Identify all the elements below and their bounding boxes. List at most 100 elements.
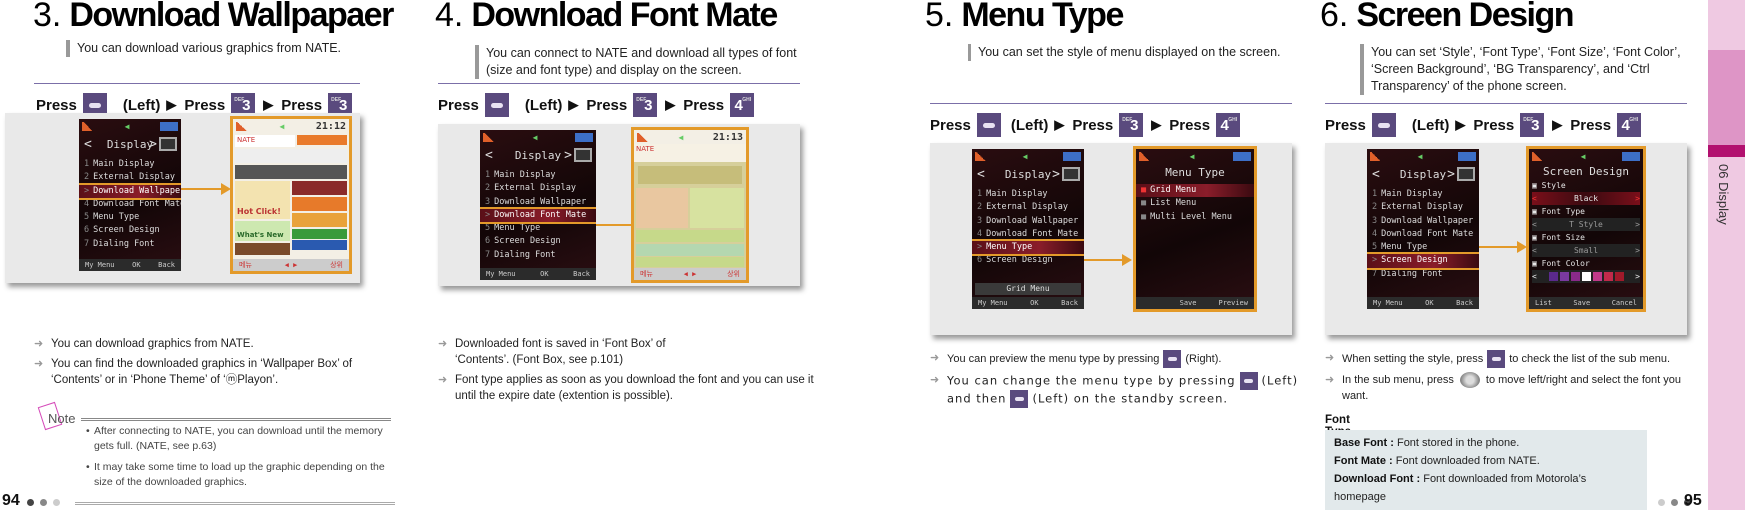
phone-menu-item: 2 External Display: [1372, 202, 1464, 213]
soft-left-key-icon: [976, 113, 1001, 137]
note-item: It may take some time to load up the gra…: [86, 460, 390, 490]
chapter-label: 06 Display: [1716, 164, 1731, 225]
footer-divider: [75, 502, 395, 505]
bullet-item: In the sub menu, pressto move left/right…: [1325, 372, 1705, 404]
phone-menu-item: 5 Menu Type: [1372, 242, 1428, 253]
phone-menu-item: 2 External Display: [84, 172, 176, 183]
divider: [930, 103, 1292, 104]
arrow-icon: [1084, 254, 1132, 266]
soft-left-key-icon: [1371, 113, 1396, 137]
phone-menu-item: 1 Main Display: [1372, 189, 1443, 199]
phone-screen-nate-font: ◀ 21:13 NATE 메뉴 ◀ ▶ 상위: [631, 127, 749, 283]
section-intro: You can connect to NATE and download all…: [475, 45, 815, 79]
note-box: Note After connecting to NATE, you can d…: [37, 401, 391, 496]
screenshot-panel: ◀ < Display > 1 Main Display 2 External Disp…: [930, 143, 1292, 335]
phone-menu-item: 3 Download Wallpaper: [1372, 215, 1474, 226]
soft-key-icon: [1487, 350, 1506, 368]
chapter-tab: [1708, 50, 1745, 145]
phone-menu-list: 1 Main Display 2 External Display 3 Downloa…: [972, 185, 1084, 268]
section-title: 4. Download Font Mate: [435, 0, 778, 34]
triangle-arrow-icon: ▶: [1552, 117, 1563, 132]
font-type-table: Base Font : Font stored in the phone. Fo…: [1325, 430, 1647, 510]
section-title: 5. Menu Type: [925, 0, 1124, 34]
phone-menu-item: 5 Menu Type: [84, 212, 140, 223]
phone-setting-label: ▣ Style: [1532, 181, 1566, 190]
font-color-swatch: [1559, 272, 1569, 281]
press-instructions: Press (Left) ▶ Press DEF 3 ▶ Press 4 GHI: [438, 93, 762, 117]
phone-menu-item-selected: > Screen Design: [1367, 252, 1479, 270]
soft-left-key-icon: [484, 93, 509, 117]
nav-key-icon: [1459, 372, 1480, 389]
key-4-icon: 4 GHI: [1216, 113, 1241, 137]
key-4-icon: 4 GHI: [1617, 113, 1642, 137]
chapter-tab-marker: [1708, 145, 1745, 157]
phone-menu-item: 7 Dialing Font: [485, 249, 556, 260]
phone-menu-item: 2 External Display: [977, 202, 1069, 213]
page-number: 94: [2, 492, 20, 509]
bullet-item: When setting the style, pressto check th…: [1325, 350, 1705, 368]
phone-setting-value: < Black >: [1532, 192, 1640, 205]
phone-setting-label: ▣ Font Type: [1532, 207, 1585, 216]
arrow-icon: [596, 219, 646, 231]
phone-screen-screen-design: ◀ Screen Design ▣ Style < Black > ▣ Font T…: [1526, 146, 1646, 312]
phone-option: ■ List Menu: [1141, 198, 1197, 209]
bullet-item: Font type applies as soon as you downloa…: [438, 372, 818, 404]
phone-setting-value: < T Style >: [1532, 218, 1640, 231]
phone-screen-display-menu: ◀ < Display > 1 Main Display 2 External Disp…: [1367, 149, 1479, 309]
phone-menu-item: 1 Main Display: [485, 170, 556, 180]
section-intro: You can set the style of menu displayed …: [968, 44, 1298, 61]
font-color-swatch: [1603, 272, 1613, 281]
font-type-row: Font Mate : Font downloaded from NATE.: [1334, 455, 1540, 467]
divider: [34, 83, 360, 84]
key-3-icon: DEF 3: [1119, 113, 1144, 137]
divider: [1325, 103, 1687, 104]
phone-screen-display-menu: ◀ < Display > 1 Main Display 2 External Disp…: [79, 119, 181, 271]
soft-left-key-icon: [1010, 390, 1029, 408]
triangle-arrow-icon: ▶: [166, 97, 177, 112]
phone-menu-list: 1 Main Display 2 External Display 3 Downloa…: [1367, 185, 1479, 281]
phone-screen-display-menu: ◀ < Display > 1 Main Display 2 External Disp…: [972, 149, 1084, 309]
phone-menu-item-selected: > Download Wallpaper: [79, 182, 181, 200]
note-item: After connecting to NATE, you can downlo…: [86, 424, 390, 454]
font-type-row: Download Font : Font downloaded from Mot…: [1334, 473, 1587, 503]
press-instructions: Press (Left) ▶ Press DEF 3 ▶ Press 4 GHI: [930, 113, 1248, 137]
phone-menu-item: 2 External Display: [485, 183, 577, 194]
section-title: 3. Download Wallpapaer: [33, 0, 394, 34]
divider: [438, 83, 800, 84]
phone-menu-item: 3 Download Wallpaper: [485, 196, 587, 207]
font-color-swatch: [1570, 272, 1580, 281]
phone-menu-item: 7 Dialing Font: [1372, 268, 1443, 279]
key-4-icon: 4 GHI: [730, 93, 755, 117]
phone-menu-list: 1 Main Display 2 External Display > Downloa…: [79, 155, 181, 251]
arrow-icon: [1479, 241, 1527, 253]
phone-menu-item: 6 Screen Design: [84, 225, 160, 236]
phone-setting-label: ▣ Font Color: [1532, 259, 1590, 268]
phone-menu-list: 1 Main Display 2 External Display 3 Downloa…: [480, 166, 596, 262]
phone-menu-item: 4 Download Font Mate: [84, 198, 181, 209]
note-divider: [81, 418, 391, 421]
bullet-item: You can change the menu type by pressing…: [930, 372, 1300, 408]
phone-menu-item: 4 Download Font Mate: [977, 228, 1079, 239]
press-instructions: Press (Left) ▶ Press DEF 3 ▶ Press 4 GHI: [1325, 113, 1649, 137]
page-dots: [27, 499, 60, 506]
font-type-row: Base Font : Font stored in the phone.: [1334, 437, 1520, 449]
phone-menu-item: 5 Menu Type: [485, 223, 541, 234]
key-3-icon: DEF 3: [633, 93, 658, 117]
screenshot-panel: ◀ < Display > 1 Main Display 2 External Disp…: [438, 124, 800, 286]
bullet-list: Downloaded font is saved in ‘Font Box’ o…: [438, 336, 818, 408]
phone-menu-item: 3 Download Wallpaper: [977, 215, 1079, 226]
phone-menu-item: 7 Dialing Font: [84, 238, 155, 249]
phone-screen-menu-type: ◀ Menu Type ■ Grid Menu ■ List Menu ■ Multi…: [1133, 146, 1257, 312]
section-title: 6. Screen Design: [1320, 0, 1575, 34]
phone-screen-display-menu: ◀ < Display > 1 Main Display 2 External Disp…: [480, 130, 596, 280]
section-intro: You can download various graphics from N…: [66, 40, 366, 57]
font-color-swatch: [1581, 272, 1591, 281]
phone-setting-label: ▣ Font Size: [1532, 233, 1585, 242]
phone-font-color-swatches: < >: [1532, 270, 1640, 283]
soft-right-key-icon: [1163, 350, 1182, 368]
bullet-list: When setting the style, pressto check th…: [1325, 350, 1705, 408]
section-intro: You can set ‘Style’, ‘Font Type’, ‘Font …: [1360, 44, 1695, 95]
triangle-arrow-icon: ▶: [665, 97, 676, 112]
key-3-icon: DEF 3: [1520, 113, 1545, 137]
phone-menu-item: 1 Main Display: [84, 159, 155, 169]
